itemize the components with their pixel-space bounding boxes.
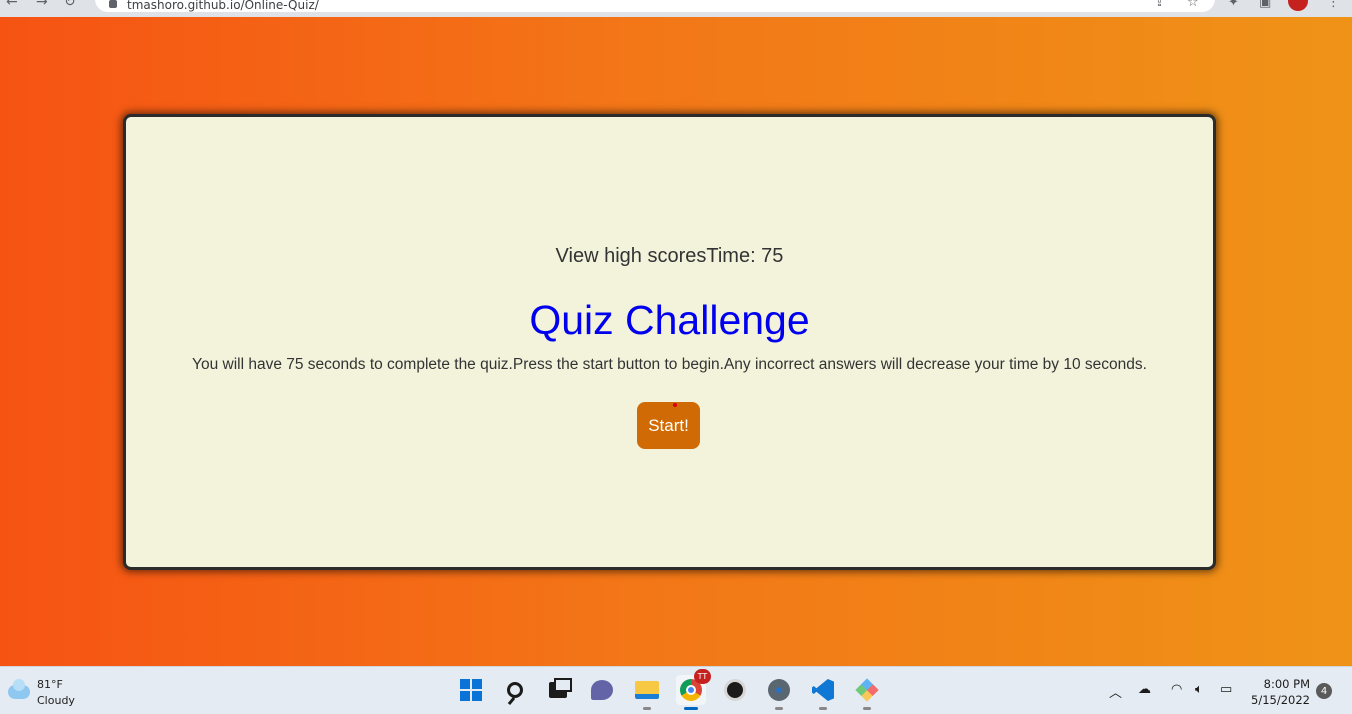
share-icon[interactable]: ⇪ <box>1154 0 1165 10</box>
file-explorer-button[interactable] <box>632 675 662 710</box>
settings-button[interactable] <box>764 675 794 710</box>
onedrive-warning-icon[interactable]: ☁ <box>1138 682 1151 697</box>
start-button-label: Start! <box>648 415 689 435</box>
gitkraken-button[interactable] <box>852 675 882 710</box>
menu-kebab-icon[interactable]: ⋮ <box>1327 0 1340 10</box>
highscores-timer-header[interactable]: View high scoresTime: 75 <box>126 245 1213 268</box>
taskbar: 81°F Cloudy TT ︿ ☁ ◠ 🔈︎ ▭ 8:00 PM 5/15/2… <box>0 666 1352 714</box>
running-indicator <box>863 707 871 710</box>
vscode-button[interactable] <box>808 675 838 710</box>
reload-icon[interactable]: ↻ <box>64 0 76 10</box>
notification-count-badge[interactable]: 4 <box>1316 683 1332 699</box>
weather-condition: Cloudy <box>37 694 75 707</box>
running-indicator <box>775 707 783 710</box>
clock-date: 5/15/2022 <box>1251 693 1310 707</box>
windows-icon <box>460 679 482 701</box>
github-desktop-button[interactable] <box>720 675 750 705</box>
back-icon[interactable]: ← <box>6 0 18 10</box>
clock-time: 8:00 PM <box>1263 677 1310 691</box>
page-viewport: View high scoresTime: 75 Quiz Challenge … <box>0 17 1352 666</box>
start-button[interactable]: Start! <box>637 402 700 449</box>
folder-icon <box>635 681 659 699</box>
cursor-dot <box>673 403 677 407</box>
bookmark-star-icon[interactable]: ☆ <box>1187 0 1199 10</box>
task-view-button[interactable] <box>543 675 573 705</box>
cloud-icon <box>8 679 30 699</box>
search-icon <box>507 682 523 698</box>
forward-icon[interactable]: → <box>36 0 48 10</box>
volume-icon[interactable]: 🔈︎ <box>1195 682 1203 697</box>
teams-button[interactable] <box>587 675 617 705</box>
chrome-button[interactable]: TT <box>676 669 711 710</box>
task-view-icon <box>549 678 572 698</box>
gear-icon <box>768 679 790 701</box>
chevron-up-icon[interactable]: ︿ <box>1109 682 1122 701</box>
page-title: Quiz Challenge <box>529 297 810 343</box>
running-indicator <box>819 707 827 710</box>
system-clock[interactable]: 8:00 PM 5/15/2022 <box>1245 676 1310 708</box>
gitkraken-icon <box>855 678 879 702</box>
extensions-icon[interactable]: ✦ <box>1228 0 1239 10</box>
battery-icon[interactable]: ▭ <box>1220 682 1232 697</box>
address-bar-url: tmashoro.github.io/Online-Quiz/ <box>127 0 319 12</box>
weather-temperature: 81°F <box>37 678 63 691</box>
profile-avatar[interactable] <box>1288 0 1308 11</box>
vscode-icon <box>812 679 834 701</box>
side-panel-icon[interactable]: ▣ <box>1259 0 1271 10</box>
address-bar[interactable]: tmashoro.github.io/Online-Quiz/ <box>95 0 1215 12</box>
running-indicator <box>643 707 651 710</box>
browser-toolbar: ← → ↻ tmashoro.github.io/Online-Quiz/ ⇪ … <box>0 0 1352 17</box>
profile-badge: TT <box>694 669 711 684</box>
search-button[interactable] <box>500 675 530 705</box>
start-button-taskbar[interactable] <box>456 675 486 705</box>
github-icon <box>724 679 746 701</box>
quiz-instructions: You will have 75 seconds to complete the… <box>192 356 1147 373</box>
wifi-icon[interactable]: ◠ <box>1171 682 1182 697</box>
teams-icon <box>591 680 613 700</box>
quiz-card: View high scoresTime: 75 Quiz Challenge … <box>123 114 1216 570</box>
running-indicator <box>684 707 698 710</box>
lock-icon <box>109 0 117 8</box>
